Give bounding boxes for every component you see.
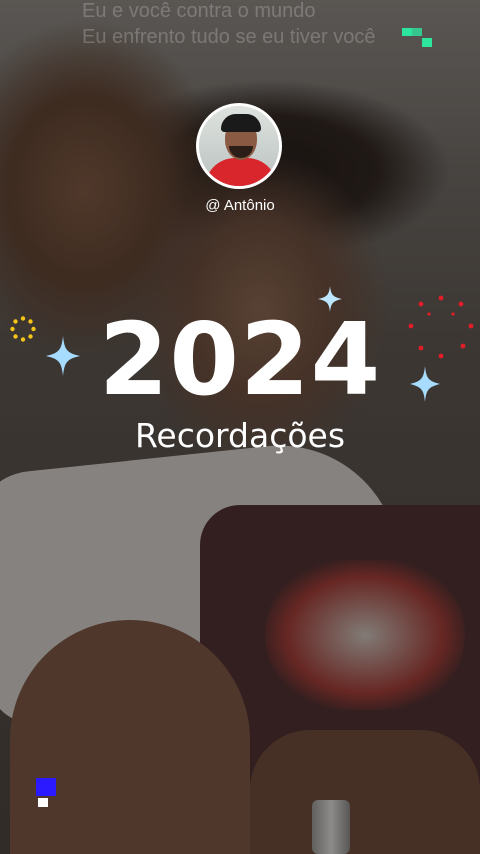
- memories-subtitle: Recordações: [134, 416, 346, 455]
- profile-username[interactable]: @ Antônio: [0, 197, 480, 214]
- pixel-decoration-icon: [402, 28, 434, 48]
- song-lyrics: Eu e você contra o mundo Eu enfrento tud…: [82, 0, 376, 50]
- year-title: 2024: [98, 301, 382, 418]
- lyric-line: Eu e você contra o mundo: [82, 0, 316, 22]
- profile-avatar[interactable]: [196, 103, 282, 189]
- lyric-line: Eu enfrento tudo se eu tiver você: [82, 26, 376, 48]
- pixel-decoration-icon: [36, 778, 58, 808]
- story-screen: Eu e você contra o mundo Eu enfrento tud…: [0, 0, 480, 854]
